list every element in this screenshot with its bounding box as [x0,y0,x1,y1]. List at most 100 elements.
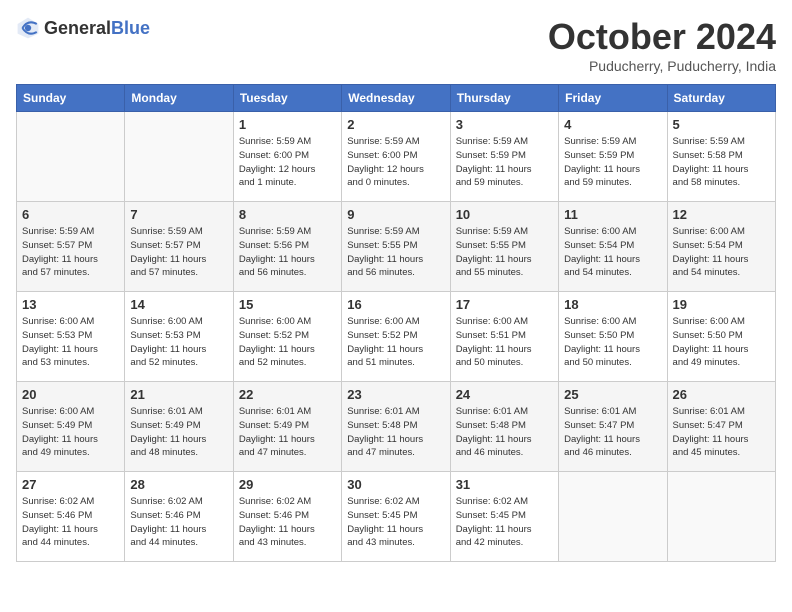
day-number: 6 [22,207,119,222]
day-info: Sunrise: 5:59 AM Sunset: 5:55 PM Dayligh… [456,225,553,280]
day-info: Sunrise: 6:01 AM Sunset: 5:49 PM Dayligh… [239,405,336,460]
day-number: 4 [564,117,661,132]
calendar-cell: 22 Sunrise: 6:01 AM Sunset: 5:49 PM Dayli… [233,382,341,472]
calendar-cell: 1 Sunrise: 5:59 AM Sunset: 6:00 PM Daylig… [233,112,341,202]
calendar-cell: 5 Sunrise: 5:59 AM Sunset: 5:58 PM Daylig… [667,112,775,202]
calendar-week-row: 13 Sunrise: 6:00 AM Sunset: 5:53 PM Dayli… [17,292,776,382]
day-number: 20 [22,387,119,402]
page-header: GeneralBlue October 2024 Puducherry, Pud… [16,16,776,74]
day-number: 14 [130,297,227,312]
day-number: 11 [564,207,661,222]
calendar-cell: 9 Sunrise: 5:59 AM Sunset: 5:55 PM Daylig… [342,202,450,292]
day-info: Sunrise: 6:01 AM Sunset: 5:48 PM Dayligh… [347,405,444,460]
calendar-cell: 4 Sunrise: 5:59 AM Sunset: 5:59 PM Daylig… [559,112,667,202]
weekday-header-monday: Monday [125,85,233,112]
weekday-header-wednesday: Wednesday [342,85,450,112]
calendar-week-row: 27 Sunrise: 6:02 AM Sunset: 5:46 PM Dayli… [17,472,776,562]
weekday-header-tuesday: Tuesday [233,85,341,112]
day-number: 28 [130,477,227,492]
day-number: 19 [673,297,770,312]
day-number: 12 [673,207,770,222]
calendar-cell: 8 Sunrise: 5:59 AM Sunset: 5:56 PM Daylig… [233,202,341,292]
day-info: Sunrise: 6:00 AM Sunset: 5:53 PM Dayligh… [22,315,119,370]
day-info: Sunrise: 6:00 AM Sunset: 5:51 PM Dayligh… [456,315,553,370]
calendar-cell: 12 Sunrise: 6:00 AM Sunset: 5:54 PM Dayli… [667,202,775,292]
day-info: Sunrise: 6:01 AM Sunset: 5:49 PM Dayligh… [130,405,227,460]
day-number: 18 [564,297,661,312]
calendar-cell: 21 Sunrise: 6:01 AM Sunset: 5:49 PM Dayli… [125,382,233,472]
day-info: Sunrise: 6:00 AM Sunset: 5:50 PM Dayligh… [564,315,661,370]
day-info: Sunrise: 6:01 AM Sunset: 5:47 PM Dayligh… [564,405,661,460]
logo-general-text: General [44,18,111,38]
calendar-table: SundayMondayTuesdayWednesdayThursdayFrid… [16,84,776,562]
calendar-cell: 23 Sunrise: 6:01 AM Sunset: 5:48 PM Dayli… [342,382,450,472]
calendar-cell: 6 Sunrise: 5:59 AM Sunset: 5:57 PM Daylig… [17,202,125,292]
day-number: 21 [130,387,227,402]
calendar-cell: 3 Sunrise: 5:59 AM Sunset: 5:59 PM Daylig… [450,112,558,202]
day-info: Sunrise: 6:02 AM Sunset: 5:45 PM Dayligh… [347,495,444,550]
weekday-header-saturday: Saturday [667,85,775,112]
day-info: Sunrise: 6:00 AM Sunset: 5:54 PM Dayligh… [673,225,770,280]
day-info: Sunrise: 5:59 AM Sunset: 6:00 PM Dayligh… [239,135,336,190]
calendar-cell: 28 Sunrise: 6:02 AM Sunset: 5:46 PM Dayli… [125,472,233,562]
calendar-cell [17,112,125,202]
day-info: Sunrise: 6:00 AM Sunset: 5:54 PM Dayligh… [564,225,661,280]
day-number: 27 [22,477,119,492]
day-number: 3 [456,117,553,132]
day-info: Sunrise: 5:59 AM Sunset: 5:57 PM Dayligh… [22,225,119,280]
day-number: 17 [456,297,553,312]
day-number: 25 [564,387,661,402]
day-info: Sunrise: 5:59 AM Sunset: 5:57 PM Dayligh… [130,225,227,280]
day-number: 23 [347,387,444,402]
day-number: 5 [673,117,770,132]
day-number: 30 [347,477,444,492]
day-number: 15 [239,297,336,312]
day-info: Sunrise: 6:00 AM Sunset: 5:53 PM Dayligh… [130,315,227,370]
day-number: 31 [456,477,553,492]
weekday-header-friday: Friday [559,85,667,112]
month-title: October 2024 [548,16,776,58]
day-info: Sunrise: 5:59 AM Sunset: 5:59 PM Dayligh… [456,135,553,190]
day-number: 9 [347,207,444,222]
calendar-cell: 17 Sunrise: 6:00 AM Sunset: 5:51 PM Dayli… [450,292,558,382]
title-area: October 2024 Puducherry, Puducherry, Ind… [548,16,776,74]
day-number: 29 [239,477,336,492]
day-number: 1 [239,117,336,132]
calendar-cell: 16Sunrise: 6:00 AM Sunset: 5:52 PM Dayli… [342,292,450,382]
day-number: 13 [22,297,119,312]
calendar-cell: 31Sunrise: 6:02 AM Sunset: 5:45 PM Dayli… [450,472,558,562]
day-number: 22 [239,387,336,402]
day-info: Sunrise: 6:02 AM Sunset: 5:46 PM Dayligh… [130,495,227,550]
calendar-week-row: 6 Sunrise: 5:59 AM Sunset: 5:57 PM Daylig… [17,202,776,292]
calendar-cell: 30 Sunrise: 6:02 AM Sunset: 5:45 PM Dayli… [342,472,450,562]
day-number: 8 [239,207,336,222]
day-info: Sunrise: 5:59 AM Sunset: 6:00 PM Dayligh… [347,135,444,190]
calendar-cell: 26Sunrise: 6:01 AM Sunset: 5:47 PM Dayli… [667,382,775,472]
calendar-cell [125,112,233,202]
calendar-cell: 18 Sunrise: 6:00 AM Sunset: 5:50 PM Dayli… [559,292,667,382]
day-info: Sunrise: 6:02 AM Sunset: 5:46 PM Dayligh… [239,495,336,550]
logo-icon [16,16,40,40]
day-info: Sunrise: 5:59 AM Sunset: 5:55 PM Dayligh… [347,225,444,280]
day-info: Sunrise: 5:59 AM Sunset: 5:58 PM Dayligh… [673,135,770,190]
calendar-cell [559,472,667,562]
day-info: Sunrise: 6:00 AM Sunset: 5:52 PM Dayligh… [347,315,444,370]
calendar-cell: 15 Sunrise: 6:00 AM Sunset: 5:52 PM Dayli… [233,292,341,382]
calendar-cell: 29 Sunrise: 6:02 AM Sunset: 5:46 PM Dayli… [233,472,341,562]
calendar-cell: 25 Sunrise: 6:01 AM Sunset: 5:47 PM Dayli… [559,382,667,472]
weekday-header-sunday: Sunday [17,85,125,112]
calendar-cell: 27Sunrise: 6:02 AM Sunset: 5:46 PM Dayli… [17,472,125,562]
weekday-header-thursday: Thursday [450,85,558,112]
day-info: Sunrise: 6:00 AM Sunset: 5:49 PM Dayligh… [22,405,119,460]
day-number: 7 [130,207,227,222]
day-info: Sunrise: 6:01 AM Sunset: 5:47 PM Dayligh… [673,405,770,460]
calendar-cell: 11 Sunrise: 6:00 AM Sunset: 5:54 PM Dayli… [559,202,667,292]
day-info: Sunrise: 5:59 AM Sunset: 5:56 PM Dayligh… [239,225,336,280]
calendar-cell: 24Sunrise: 6:01 AM Sunset: 5:48 PM Dayli… [450,382,558,472]
day-info: Sunrise: 6:01 AM Sunset: 5:48 PM Dayligh… [456,405,553,460]
weekday-header-row: SundayMondayTuesdayWednesdayThursdayFrid… [17,85,776,112]
day-info: Sunrise: 6:00 AM Sunset: 5:50 PM Dayligh… [673,315,770,370]
calendar-cell: 20 Sunrise: 6:00 AM Sunset: 5:49 PM Dayli… [17,382,125,472]
day-info: Sunrise: 6:00 AM Sunset: 5:52 PM Dayligh… [239,315,336,370]
day-info: Sunrise: 5:59 AM Sunset: 5:59 PM Dayligh… [564,135,661,190]
